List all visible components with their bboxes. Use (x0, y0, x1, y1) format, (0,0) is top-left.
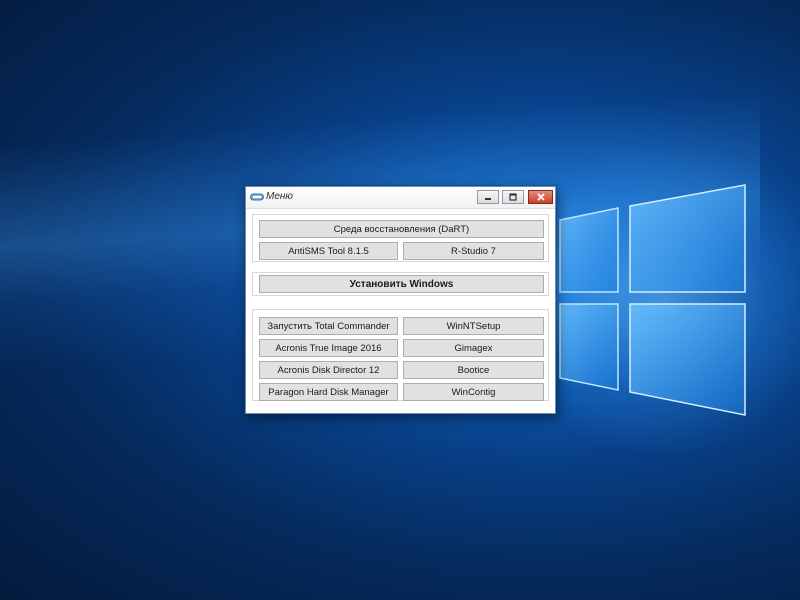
gimagex-button[interactable]: Gimagex (403, 339, 544, 357)
title-bar[interactable]: Меню (246, 187, 555, 209)
minimize-button[interactable] (477, 190, 499, 204)
recovery-panel: Среда восстановления (DaRT) AntiSMS Tool… (252, 214, 549, 262)
dart-button[interactable]: Среда восстановления (DaRT) (259, 220, 544, 238)
install-panel: Установить Windows (252, 272, 549, 296)
wincontig-button[interactable]: WinContig (403, 383, 544, 401)
tools-panel: Запустить Total Commander WinNTSetup Acr… (252, 309, 549, 401)
paragon-hdm-button[interactable]: Paragon Hard Disk Manager (259, 383, 398, 401)
close-button[interactable] (528, 190, 553, 204)
window-title: Меню (266, 191, 293, 202)
acronis-disk-director-button[interactable]: Acronis Disk Director 12 (259, 361, 398, 379)
close-icon (536, 193, 545, 201)
install-windows-button[interactable]: Установить Windows (259, 275, 544, 293)
logo-glow (560, 150, 800, 450)
total-commander-button[interactable]: Запустить Total Commander (259, 317, 398, 335)
restore-icon (509, 193, 517, 201)
minimize-icon (485, 198, 491, 200)
maximize-button[interactable] (502, 190, 524, 204)
windows-logo-icon (559, 184, 746, 416)
acronis-true-image-button[interactable]: Acronis True Image 2016 (259, 339, 398, 357)
app-icon (250, 193, 264, 201)
winntsetup-button[interactable]: WinNTSetup (403, 317, 544, 335)
bootice-button[interactable]: Bootice (403, 361, 544, 379)
antisms-button[interactable]: AntiSMS Tool 8.1.5 (259, 242, 398, 260)
menu-window: Меню Среда восстановления (DaRT) AntiSMS… (245, 186, 556, 414)
rstudio-button[interactable]: R-Studio 7 (403, 242, 544, 260)
